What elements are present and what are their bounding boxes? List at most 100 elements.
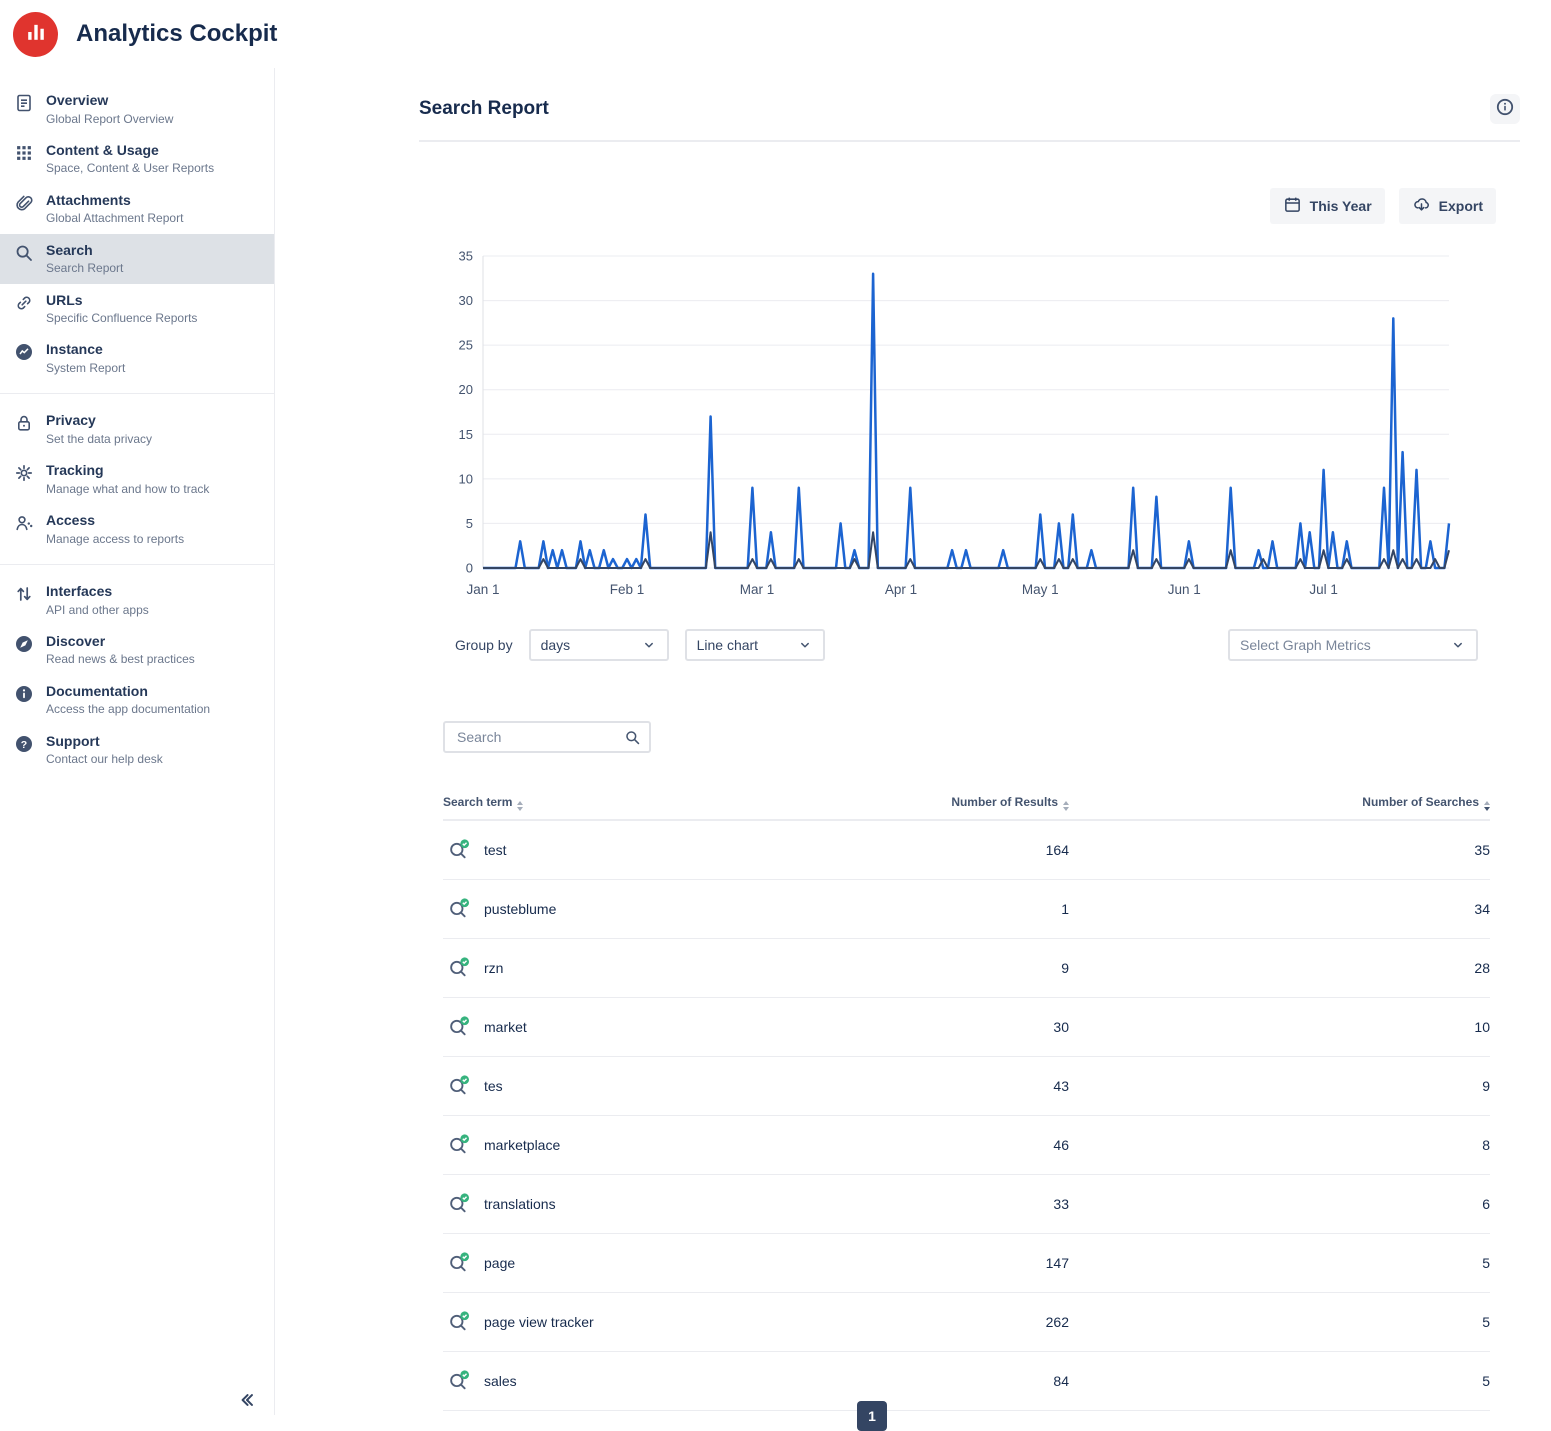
group-by-value: days xyxy=(541,637,571,653)
search-term: marketplace xyxy=(484,1137,560,1153)
table-row-test[interactable]: test16435 xyxy=(443,821,1490,880)
graph-metrics-placeholder: Select Graph Metrics xyxy=(1240,637,1371,653)
chart-type-select[interactable]: Line chart xyxy=(685,629,825,661)
graph-metrics-select[interactable]: Select Graph Metrics xyxy=(1228,629,1478,661)
column-search-term[interactable]: Search term xyxy=(443,795,649,811)
search-input[interactable] xyxy=(455,728,618,746)
sidebar-item-title: Tracking xyxy=(46,462,209,480)
sidebar-item-privacy[interactable]: PrivacySet the data privacy xyxy=(0,404,274,454)
sidebar-item-title: Overview xyxy=(46,92,173,110)
sidebar-item-attachments[interactable]: AttachmentsGlobal Attachment Report xyxy=(0,184,274,234)
table-row-page-view-tracker[interactable]: page view tracker2625 xyxy=(443,1293,1490,1352)
svg-text:?: ? xyxy=(21,738,27,750)
search-icon xyxy=(14,243,34,263)
table-row-tes[interactable]: tes439 xyxy=(443,1057,1490,1116)
table-row-pusteblume[interactable]: pusteblume134 xyxy=(443,880,1490,939)
sidebar-item-subtitle: Space, Content & User Reports xyxy=(46,161,214,175)
table-header: Search term Number of Results Number of … xyxy=(443,789,1490,821)
chart-controls: Group by days Line chart Select Graph Me… xyxy=(455,629,1520,661)
search-term: page xyxy=(484,1255,515,1271)
document-icon xyxy=(14,93,34,113)
sidebar-item-title: Content & Usage xyxy=(46,142,214,160)
group-by-select[interactable]: days xyxy=(529,629,669,661)
search-check-icon xyxy=(447,1074,471,1098)
sidebar-item-title: Search xyxy=(46,242,123,260)
calendar-icon xyxy=(1283,195,1302,217)
number-of-results: 147 xyxy=(649,1255,1069,1271)
svg-text:15: 15 xyxy=(459,427,473,442)
sidebar-item-documentation[interactable]: DocumentationAccess the app documentatio… xyxy=(0,675,274,725)
table-row-rzn[interactable]: rzn928 xyxy=(443,939,1490,998)
column-number-of-searches[interactable]: Number of Searches xyxy=(1069,795,1490,811)
number-of-searches: 5 xyxy=(1069,1373,1490,1389)
svg-text:Jan 1: Jan 1 xyxy=(466,582,499,597)
sidebar-item-access[interactable]: AccessManage access to reports xyxy=(0,504,274,554)
search-check-icon xyxy=(447,1251,471,1275)
lock-icon xyxy=(14,413,34,433)
search-icon[interactable] xyxy=(624,729,641,746)
chevron-down-icon xyxy=(797,637,813,653)
sidebar: OverviewGlobal Report OverviewContent & … xyxy=(0,68,275,1415)
svg-text:Feb 1: Feb 1 xyxy=(610,582,645,597)
search-check-icon xyxy=(447,1015,471,1039)
chevron-down-icon xyxy=(641,637,657,653)
sidebar-item-interfaces[interactable]: InterfacesAPI and other apps xyxy=(0,575,274,625)
number-of-searches: 5 xyxy=(1069,1255,1490,1271)
table-row-marketplace[interactable]: marketplace468 xyxy=(443,1116,1490,1175)
search-check-icon xyxy=(447,956,471,980)
sidebar-item-tracking[interactable]: Tracking Manage what and how to track xyxy=(0,454,274,504)
svg-text:25: 25 xyxy=(459,338,473,353)
svg-text:0: 0 xyxy=(466,561,473,576)
sort-arrows-icon xyxy=(517,801,523,811)
sidebar-item-support[interactable]: ?SupportContact our help desk xyxy=(0,725,274,775)
table-row-sales[interactable]: sales845 xyxy=(443,1352,1490,1411)
sidebar-item-urls[interactable]: URLsSpecific Confluence Reports xyxy=(0,284,274,334)
number-of-searches: 6 xyxy=(1069,1196,1490,1212)
number-of-results: 262 xyxy=(649,1314,1069,1330)
search-term: market xyxy=(484,1019,527,1035)
search-check-icon xyxy=(447,1369,471,1393)
search-terms-table: Search term Number of Results Number of … xyxy=(443,789,1490,1411)
table-row-market[interactable]: market3010 xyxy=(443,998,1490,1057)
number-of-results: 33 xyxy=(649,1196,1069,1212)
table-row-page[interactable]: page 1475 xyxy=(443,1234,1490,1293)
number-of-results: 9 xyxy=(649,960,1069,976)
paperclip-icon xyxy=(14,193,34,213)
search-check-icon xyxy=(447,838,471,862)
number-of-searches: 35 xyxy=(1069,842,1490,858)
svg-text:35: 35 xyxy=(459,249,473,264)
page-title: Search Report xyxy=(419,98,549,120)
sidebar-item-subtitle: Read news & best practices xyxy=(46,652,195,666)
svg-text:30: 30 xyxy=(459,293,473,308)
sidebar-item-overview[interactable]: OverviewGlobal Report Overview xyxy=(0,84,274,134)
chart-type-value: Line chart xyxy=(697,637,758,653)
export-button[interactable]: Export xyxy=(1399,188,1496,224)
app-title: Analytics Cockpit xyxy=(76,20,277,48)
chevron-down-icon xyxy=(1450,637,1466,653)
pagination-page-button[interactable]: 1 xyxy=(857,1401,887,1431)
title-divider xyxy=(419,140,1520,142)
svg-text:May 1: May 1 xyxy=(1022,582,1059,597)
sidebar-collapse-button[interactable] xyxy=(236,1389,258,1411)
chart-area: 05101520253035Jan 1Feb 1Mar 1Apr 1May 1J… xyxy=(437,242,1520,605)
table-row-translations[interactable]: translations336 xyxy=(443,1175,1490,1234)
sidebar-item-subtitle: Manage what and how to track xyxy=(46,482,209,496)
this-year-label: This Year xyxy=(1310,198,1372,214)
sidebar-nav: OverviewGlobal Report OverviewContent & … xyxy=(0,84,274,775)
number-of-results: 164 xyxy=(649,842,1069,858)
this-year-button[interactable]: This Year xyxy=(1270,188,1385,224)
sort-arrows-icon xyxy=(1484,801,1490,811)
svg-text:20: 20 xyxy=(459,382,473,397)
info-button[interactable] xyxy=(1490,94,1520,124)
number-of-results: 1 xyxy=(649,901,1069,917)
sidebar-item-instance[interactable]: InstanceSystem Report xyxy=(0,333,274,383)
sidebar-item-search[interactable]: SearchSearch Report xyxy=(0,234,274,284)
svg-text:10: 10 xyxy=(459,471,473,486)
search-check-icon xyxy=(447,1310,471,1334)
search-term: pusteblume xyxy=(484,901,556,917)
table-search-box xyxy=(443,721,651,753)
sidebar-item-content-usage[interactable]: Content & UsageSpace, Content & User Rep… xyxy=(0,134,274,184)
column-number-of-results[interactable]: Number of Results xyxy=(649,795,1069,811)
sidebar-item-title: Discover xyxy=(46,633,195,651)
sidebar-item-discover[interactable]: DiscoverRead news & best practices xyxy=(0,625,274,675)
